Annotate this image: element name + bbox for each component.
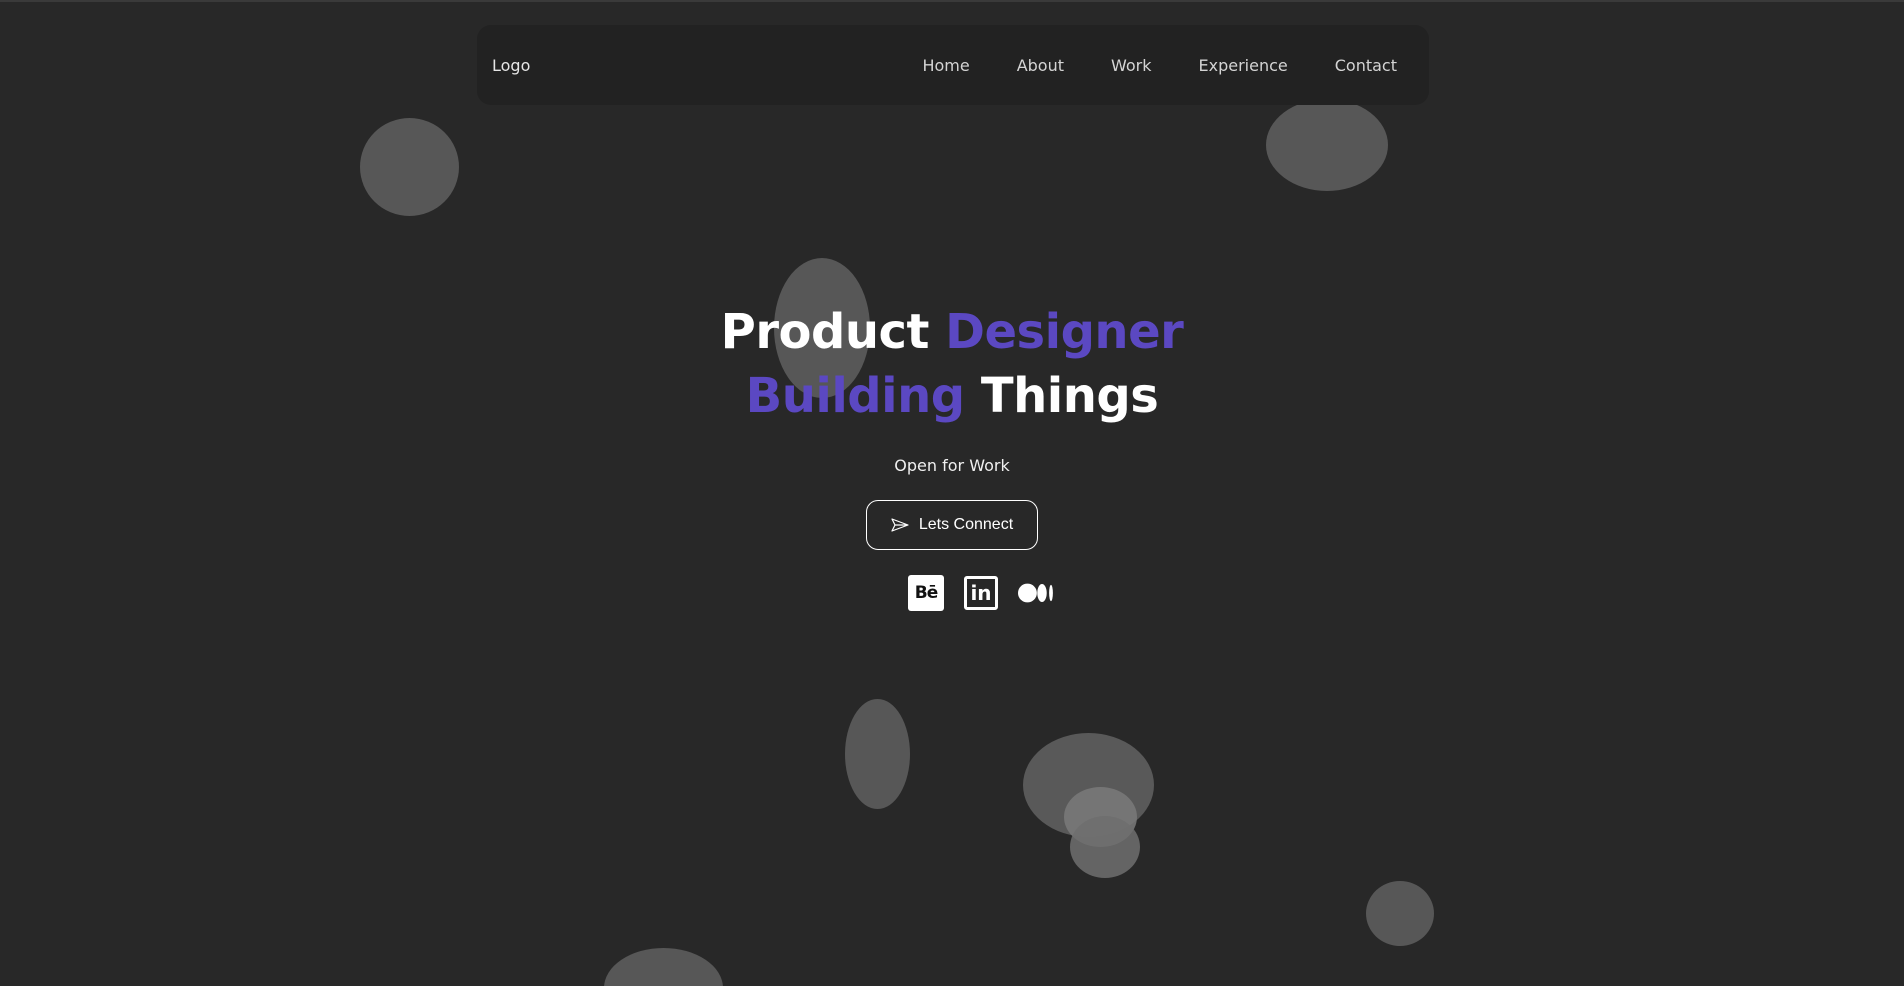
hero-section: Product Designer Building Things Open fo… (0, 300, 1904, 611)
linkedin-icon[interactable]: in (964, 576, 998, 610)
decorative-blob (604, 948, 723, 986)
top-divider (0, 0, 1904, 2)
behance-icon[interactable]: Bē (908, 575, 944, 611)
decorative-blob (845, 699, 910, 809)
headline-word-building: Building (745, 368, 966, 424)
hero-headline: Product Designer Building Things (0, 300, 1904, 428)
navbar: Logo Home About Work Experience Contact (477, 25, 1429, 105)
nav-links: Home About Work Experience Contact (922, 56, 1397, 75)
decorative-blob (1070, 816, 1140, 878)
headline-word-designer: Designer (945, 304, 1184, 360)
medium-icon[interactable] (1018, 575, 1054, 611)
send-icon (891, 518, 909, 532)
nav-link-work[interactable]: Work (1111, 56, 1152, 75)
lets-connect-button[interactable]: Lets Connect (865, 500, 1039, 550)
nav-link-experience[interactable]: Experience (1199, 56, 1288, 75)
decorative-blob (1366, 881, 1434, 946)
nav-link-contact[interactable]: Contact (1335, 56, 1397, 75)
nav-link-about[interactable]: About (1017, 56, 1064, 75)
page: Logo Home About Work Experience Contact … (0, 0, 1904, 986)
decorative-blob (1266, 99, 1388, 191)
lets-connect-label: Lets Connect (918, 516, 1014, 533)
headline-word-product: Product (720, 304, 930, 360)
nav-link-home[interactable]: Home (922, 56, 969, 75)
hero-subtitle: Open for Work (894, 456, 1010, 475)
social-links: Bē in (58, 575, 1904, 611)
decorative-blob (360, 118, 459, 216)
logo[interactable]: Logo (492, 56, 530, 75)
headline-word-things: Things (980, 368, 1159, 424)
